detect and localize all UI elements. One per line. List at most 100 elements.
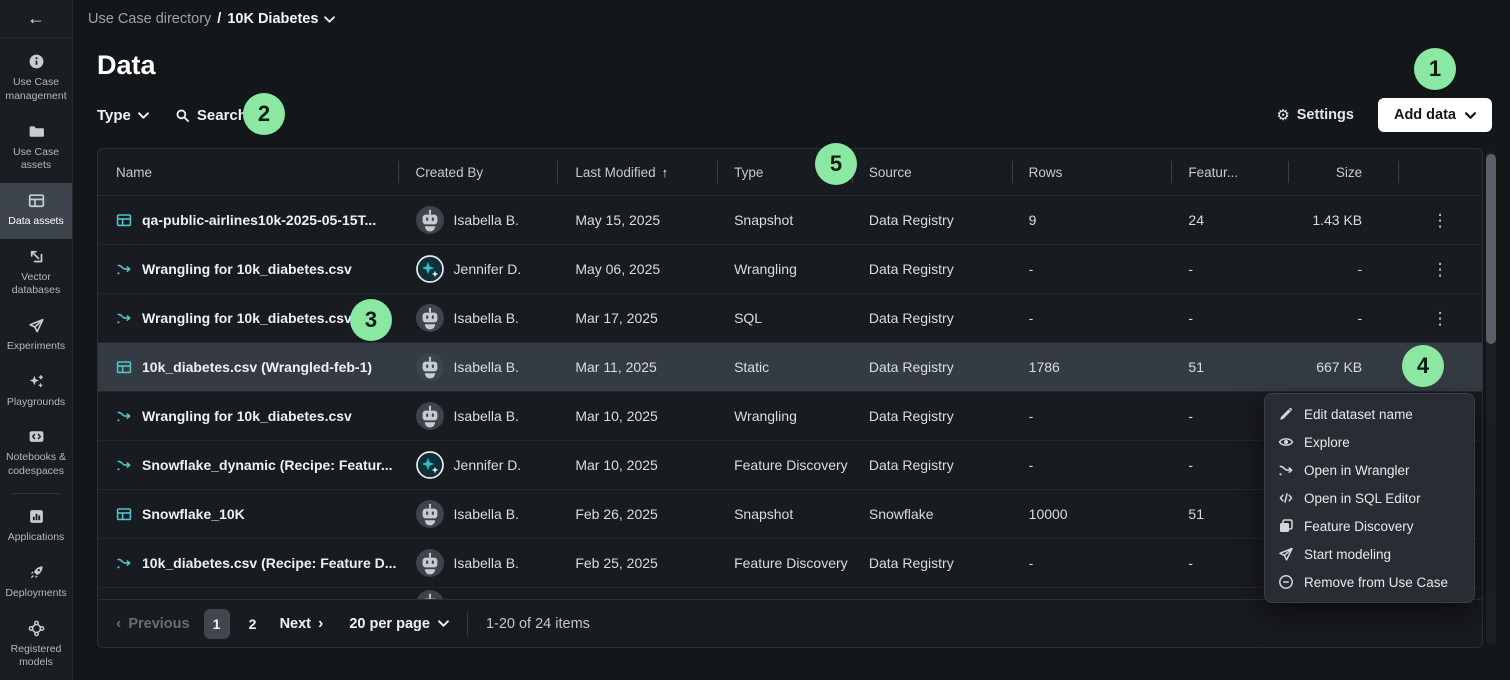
type-filter-label: Type — [97, 107, 131, 124]
page-button-2[interactable]: 2 — [240, 609, 266, 639]
sidebar-item-vector-databases[interactable]: Vector databases — [0, 239, 72, 308]
column-header-source[interactable]: Source — [852, 149, 1012, 195]
column-header-rows[interactable]: Rows — [1012, 149, 1172, 195]
settings-label: Settings — [1297, 107, 1354, 123]
modified-cell: Mar 10, 2025 — [557, 457, 717, 473]
column-label: Size — [1336, 165, 1362, 180]
wrangle-icon — [116, 310, 132, 326]
menu-item-edit-dataset-name[interactable]: Edit dataset name — [1265, 400, 1474, 428]
size-cell: 1.43 KB — [1288, 212, 1398, 228]
copy-icon — [1278, 518, 1294, 534]
menu-item-label: Explore — [1304, 435, 1350, 450]
sidebar-item-label: Deployments — [5, 587, 66, 601]
kebab-menu-icon[interactable]: ⋮ — [1424, 257, 1457, 282]
menu-item-label: Open in Wrangler — [1304, 463, 1410, 478]
sidebar-item-data-assets[interactable]: Data assets — [0, 183, 72, 239]
add-data-button[interactable]: Add data — [1378, 98, 1492, 132]
dataset-name: Wrangling for 10k_diabetes.csv — [142, 261, 352, 277]
pagination-divider — [467, 613, 468, 635]
chevron-down-icon — [1465, 112, 1476, 119]
source-cell: Data Registry — [852, 555, 1012, 571]
dataset-context-menu: Edit dataset name Explore Open in Wrangler… — [1264, 393, 1475, 603]
sparkle-avatar — [416, 451, 444, 479]
table-row[interactable]: qa-public-airlines10k-2025-05-15T...Isab… — [98, 196, 1482, 245]
rows-cell: - — [1012, 408, 1172, 424]
type-cell: Wrangling — [717, 261, 852, 277]
size-cell: 667 KB — [1288, 359, 1398, 375]
created-by-cell: Isabella B. — [398, 549, 558, 577]
sidebar-item-applications[interactable]: Applications — [0, 499, 72, 555]
table-row[interactable]: 10k_diabetes.csv (Wrangled-feb-1)Isabell… — [98, 343, 1482, 392]
dataset-icon — [116, 506, 132, 522]
dataset-name: qa-public-airlines10k-2025-05-15T... — [142, 212, 376, 228]
menu-item-explore[interactable]: Explore — [1265, 428, 1474, 456]
creator-name: Jennifer D. — [454, 457, 522, 473]
dataset-name: Snowflake_dynamic (Recipe: Featur... — [142, 457, 393, 473]
column-label: Type — [734, 165, 763, 180]
table-row[interactable]: Wrangling for 10k_diabetes.csv Jennifer D… — [98, 245, 1482, 294]
page-size-dropdown[interactable]: 20 per page — [349, 616, 449, 632]
column-header-size[interactable]: Size — [1288, 149, 1398, 195]
back-button[interactable]: ← — [0, 0, 72, 38]
toolbar: Type Search ⚙ Settings Add data — [97, 96, 1492, 134]
code-badge-icon — [28, 428, 45, 445]
robot-avatar — [416, 500, 444, 528]
sidebar-item-notebooks-codespaces[interactable]: Notebooks & codespaces — [0, 419, 72, 488]
vector-db-icon — [28, 248, 45, 265]
toolbar-filters: Type Search — [97, 107, 247, 124]
page-buttons: 12 — [204, 609, 266, 639]
chevron-down-icon[interactable] — [324, 16, 335, 23]
menu-item-open-in-sql-editor[interactable]: Open in SQL Editor — [1265, 484, 1474, 512]
column-header-created[interactable]: Created By — [398, 149, 558, 195]
dataset-name-cell: Wrangling for 10k_diabetes.csv — [98, 261, 398, 277]
add-data-label: Add data — [1394, 107, 1456, 123]
column-header-modified[interactable]: Last Modified↑ — [557, 149, 717, 195]
folder-icon — [28, 123, 45, 140]
dataset-name-cell: Snowflake_10K — [98, 506, 398, 522]
page-button-1[interactable]: 1 — [204, 609, 230, 639]
next-page-button[interactable]: Next › — [280, 616, 324, 632]
sidebar-item-playgrounds[interactable]: Playgrounds — [0, 364, 72, 420]
column-header-features[interactable]: Featur... — [1171, 149, 1288, 195]
sparkles-icon — [28, 373, 45, 390]
rows-cell: - — [1012, 457, 1172, 473]
scrollbar-thumb[interactable] — [1486, 154, 1496, 344]
breadcrumb-parent[interactable]: Use Case directory — [88, 11, 211, 27]
created-by-cell — [398, 590, 558, 599]
sidebar-item-label: Registered models — [3, 643, 69, 670]
created-by-cell: Jennifer D. — [398, 255, 558, 283]
type-cell: Feature Discovery — [717, 457, 852, 473]
column-header-name[interactable]: Name — [98, 149, 398, 195]
settings-button[interactable]: ⚙ Settings — [1276, 107, 1354, 123]
sidebar-item-use-case-management[interactable]: Use Case management — [0, 44, 72, 113]
menu-item-label: Open in SQL Editor — [1304, 491, 1421, 506]
menu-item-feature-discovery[interactable]: Feature Discovery — [1265, 512, 1474, 540]
previous-label: Previous — [128, 616, 189, 632]
column-label: Featur... — [1188, 165, 1238, 180]
menu-item-label: Feature Discovery — [1304, 519, 1414, 534]
source-cell: Data Registry — [852, 212, 1012, 228]
sidebar-item-registered-models[interactable]: Registered models — [0, 611, 72, 680]
created-by-cell: Isabella B. — [398, 500, 558, 528]
source-cell: Data Registry — [852, 359, 1012, 375]
breadcrumb-current[interactable]: 10K Diabetes — [227, 11, 318, 27]
source-cell: Data Registry — [852, 310, 1012, 326]
type-filter-dropdown[interactable]: Type — [97, 107, 149, 124]
menu-item-remove-from-use-case[interactable]: Remove from Use Case — [1265, 568, 1474, 596]
previous-page-button[interactable]: ‹ Previous — [116, 616, 190, 632]
pagination: ‹ Previous 12 Next › 20 per page 1-20 of… — [98, 599, 1482, 647]
dataset-name: Snowflake_10K — [142, 506, 245, 522]
menu-item-open-in-wrangler[interactable]: Open in Wrangler — [1265, 456, 1474, 484]
sidebar-item-experiments[interactable]: Experiments — [0, 308, 72, 364]
search-button[interactable]: Search — [175, 107, 247, 124]
row-actions-cell: ⋮ — [1398, 208, 1482, 233]
table-row[interactable]: Wrangling for 10k_diabetes.csvIsabella B… — [98, 294, 1482, 343]
gear-icon: ⚙ — [1276, 108, 1289, 123]
created-by-cell: Isabella B. — [398, 402, 558, 430]
kebab-menu-icon[interactable]: ⋮ — [1424, 208, 1457, 233]
source-cell: Data Registry — [852, 457, 1012, 473]
sidebar-item-deployments[interactable]: Deployments — [0, 555, 72, 611]
kebab-menu-icon[interactable]: ⋮ — [1424, 306, 1457, 331]
sidebar-item-use-case-assets[interactable]: Use Case assets — [0, 114, 72, 183]
menu-item-start-modeling[interactable]: Start modeling — [1265, 540, 1474, 568]
